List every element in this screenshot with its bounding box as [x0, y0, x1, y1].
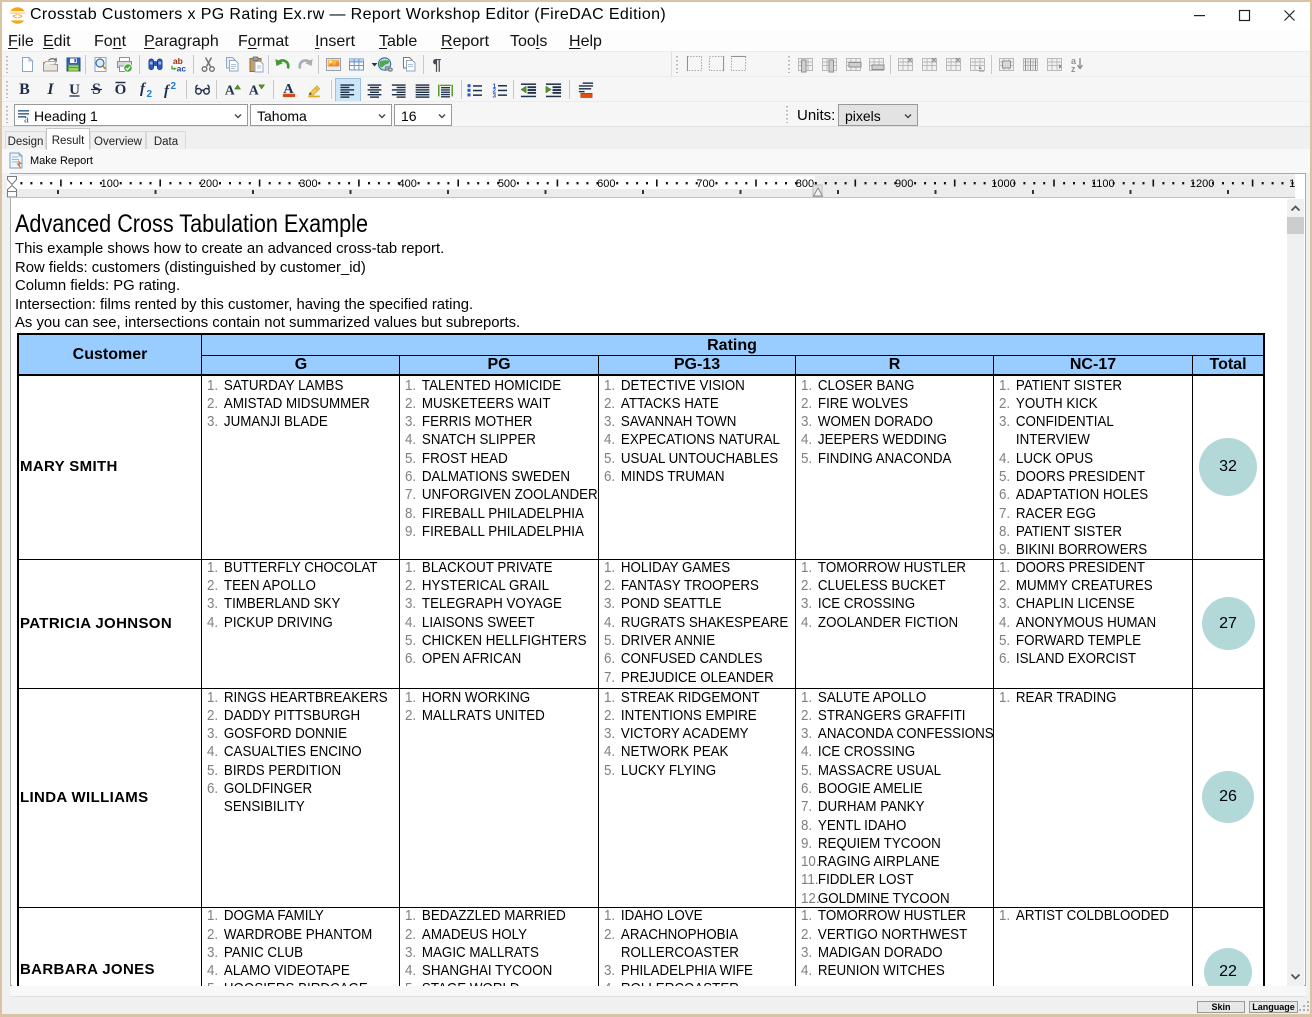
- svg-text:¶: ¶: [433, 57, 442, 73]
- svg-text:A: A: [225, 83, 235, 98]
- svg-text:ac: ac: [177, 64, 187, 73]
- svg-text:400: 400: [399, 178, 417, 190]
- svg-text:500: 500: [498, 178, 516, 190]
- svg-text:200: 200: [200, 178, 218, 190]
- svg-text:<>: <>: [12, 12, 22, 22]
- svg-text:A: A: [249, 83, 259, 98]
- svg-text:1200: 1200: [1190, 178, 1214, 190]
- svg-text:600: 600: [597, 178, 615, 190]
- svg-text:O: O: [115, 82, 127, 98]
- svg-text:3: 3: [493, 92, 497, 99]
- svg-text:100: 100: [101, 178, 119, 190]
- svg-text:1000: 1000: [991, 178, 1015, 190]
- svg-text:z: z: [1071, 64, 1076, 73]
- svg-text:B: B: [19, 81, 30, 98]
- svg-text:2: 2: [171, 81, 177, 92]
- svg-text:900: 900: [895, 178, 913, 190]
- svg-text:300: 300: [299, 178, 317, 190]
- svg-text:2: 2: [147, 89, 153, 98]
- svg-text:1100: 1100: [1091, 178, 1115, 190]
- svg-text:I: I: [46, 81, 54, 98]
- svg-text:800: 800: [796, 178, 814, 190]
- svg-text:a: a: [24, 114, 29, 124]
- svg-text:700: 700: [696, 178, 714, 190]
- svg-text:1300: 1300: [1289, 178, 1295, 190]
